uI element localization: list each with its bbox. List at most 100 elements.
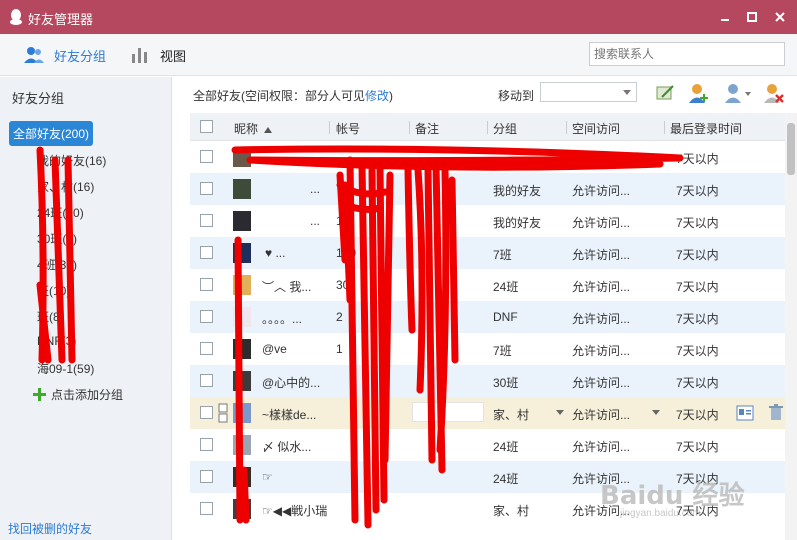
friends-group-tab[interactable]: 好友分组: [24, 44, 106, 66]
cell-access: 允许访问...: [572, 344, 631, 358]
scrollbar-thumb[interactable]: [787, 123, 795, 175]
table-row[interactable]: ... 我的好友 允许访问... 7天以内: [190, 173, 785, 205]
row-checkbox[interactable]: [200, 502, 213, 515]
row-checkbox[interactable]: [200, 182, 213, 195]
row-checkbox[interactable]: [200, 246, 213, 259]
cell-group: 24班: [493, 472, 519, 486]
cell-nickname: ~樣樣de...: [262, 408, 317, 422]
crumb-suffix: ): [389, 89, 394, 103]
group-item[interactable]: 30班(9): [37, 230, 77, 247]
row-options-icon[interactable]: [218, 403, 228, 423]
view-tab[interactable]: 视图: [130, 44, 186, 66]
move-to-label: 移动到: [498, 89, 535, 103]
table-row[interactable]: @心中的... 30班 允许访问... 7天以内: [190, 365, 785, 397]
cell-access: 允许访问...: [572, 440, 631, 454]
row-checkbox[interactable]: [200, 342, 213, 355]
table-row[interactable]: ♥ ... 140 7班 允许访问... 7天以内: [190, 237, 785, 269]
row-checkbox[interactable]: [200, 150, 213, 163]
column-last-login[interactable]: 最后登录时间: [670, 120, 742, 137]
more-contacts-icon[interactable]: [724, 82, 752, 104]
avatar: [233, 467, 251, 487]
minimize-icon: [721, 19, 729, 21]
cell-nickname: ☞: [262, 470, 273, 484]
avatar: [233, 243, 251, 263]
group-item[interactable]: 海09-1(59): [37, 360, 94, 377]
avatar: [233, 211, 251, 231]
cell-nickname: 〆 似水...: [262, 440, 312, 454]
cell-group: 家、村: [493, 408, 530, 422]
group-item[interactable]: 家、村(16): [37, 178, 94, 195]
column-space-access[interactable]: 空间访问: [572, 120, 620, 137]
table-row-hovered[interactable]: ~樣樣de... 家、村 允许访问... 7天以内: [190, 397, 785, 429]
column-remark[interactable]: 备注: [415, 120, 439, 137]
table-row[interactable]: ... 111 我的好友 允许访问... 7天以内: [190, 205, 785, 237]
delete-friend-icon[interactable]: [763, 82, 785, 104]
cell-account: 2: [336, 310, 343, 324]
group-item[interactable]: DNF(3): [37, 334, 76, 348]
cell-group: 24班: [493, 280, 519, 294]
close-button[interactable]: [769, 7, 791, 27]
table-row[interactable]: ︶︿ 我... 30 24班 允许访问... 7天以内: [190, 269, 785, 301]
cell-last-login: 7天以内: [676, 344, 719, 358]
group-item[interactable]: 班(8): [37, 308, 64, 325]
add-group-label: 点击添加分组: [51, 388, 124, 402]
profile-card-icon[interactable]: [736, 405, 754, 421]
friends-list-panel: 全部好友(空间权限：部分人可见修改) 移动到 昵称 帐号 备注 分组 空间访问 …: [173, 77, 797, 540]
row-checkbox[interactable]: [200, 214, 213, 227]
bar-chart-icon: [132, 48, 147, 63]
vertical-scrollbar[interactable]: [785, 113, 797, 540]
cell-last-login: 7天以内: [676, 152, 719, 166]
move-to-select[interactable]: [540, 82, 637, 102]
cell-last-login: 7天以内: [676, 216, 719, 230]
group-item-all[interactable]: 全部好友(200): [9, 121, 94, 146]
cell-nickname: ☞◀◀戦小瑞: [262, 504, 328, 518]
cell-last-login: 7天以内: [676, 440, 719, 454]
column-group[interactable]: 分组: [493, 120, 517, 137]
row-checkbox[interactable]: [200, 278, 213, 291]
row-checkbox[interactable]: [200, 406, 213, 419]
select-all-checkbox[interactable]: [200, 120, 213, 133]
edit-remark-icon[interactable]: [654, 82, 676, 104]
breadcrumb: 全部好友(空间权限：部分人可见修改): [193, 87, 393, 104]
cell-last-login: 7天以内: [676, 184, 719, 198]
cell-access: 允许访问...: [572, 312, 631, 326]
group-item[interactable]: 24班(10): [37, 204, 84, 221]
access-dropdown-icon[interactable]: [652, 410, 660, 415]
group-dropdown-icon[interactable]: [556, 410, 564, 415]
cell-group: 7班: [493, 248, 512, 262]
recover-deleted-friends-link[interactable]: 找回被删的好友: [8, 520, 92, 537]
cell-group: 24班: [493, 440, 519, 454]
table-row[interactable]: @ve 1 7班 允许访问... 7天以内: [190, 333, 785, 365]
cell-last-login: 7天以内: [676, 280, 719, 294]
cell-nickname: ...: [310, 214, 321, 228]
search-input[interactable]: [589, 42, 785, 66]
avatar: [233, 403, 251, 423]
row-checkbox[interactable]: [200, 438, 213, 451]
add-group-button[interactable]: 点击添加分组: [33, 386, 123, 403]
column-account[interactable]: 帐号: [336, 120, 360, 137]
cell-group: 我的好友: [493, 184, 542, 198]
baidu-watermark-url: jingyan.baidu.com: [620, 508, 701, 519]
table-row[interactable]: 〆 似水... 24班 允许访问... 7天以内: [190, 429, 785, 461]
avatar: [233, 435, 251, 455]
row-checkbox[interactable]: [200, 470, 213, 483]
cell-nickname: @心中的...: [262, 376, 321, 390]
group-item[interactable]: 班(10): [37, 282, 70, 299]
table-row[interactable]: 。。。。... 2 DNF 允许访问... 7天以内: [190, 301, 785, 333]
group-item[interactable]: 4班(30): [37, 256, 77, 273]
minimize-button[interactable]: [714, 7, 736, 27]
cell-access: 允许访问...: [572, 408, 631, 422]
row-checkbox[interactable]: [200, 374, 213, 387]
cell-access: 允许访问...: [572, 152, 631, 166]
column-nickname[interactable]: 昵称: [234, 120, 273, 137]
table-row[interactable]: 允许访问... 7天以内: [190, 141, 785, 173]
remark-input[interactable]: [412, 402, 484, 422]
cell-access: 允许访问...: [572, 184, 631, 198]
maximize-button[interactable]: [741, 7, 763, 27]
row-checkbox[interactable]: [200, 310, 213, 323]
avatar: [233, 179, 251, 199]
edit-permission-link[interactable]: 修改: [365, 89, 389, 103]
trash-icon[interactable]: [769, 404, 783, 421]
add-friend-icon[interactable]: [688, 82, 710, 104]
group-item[interactable]: 我的好友(16): [37, 152, 106, 169]
